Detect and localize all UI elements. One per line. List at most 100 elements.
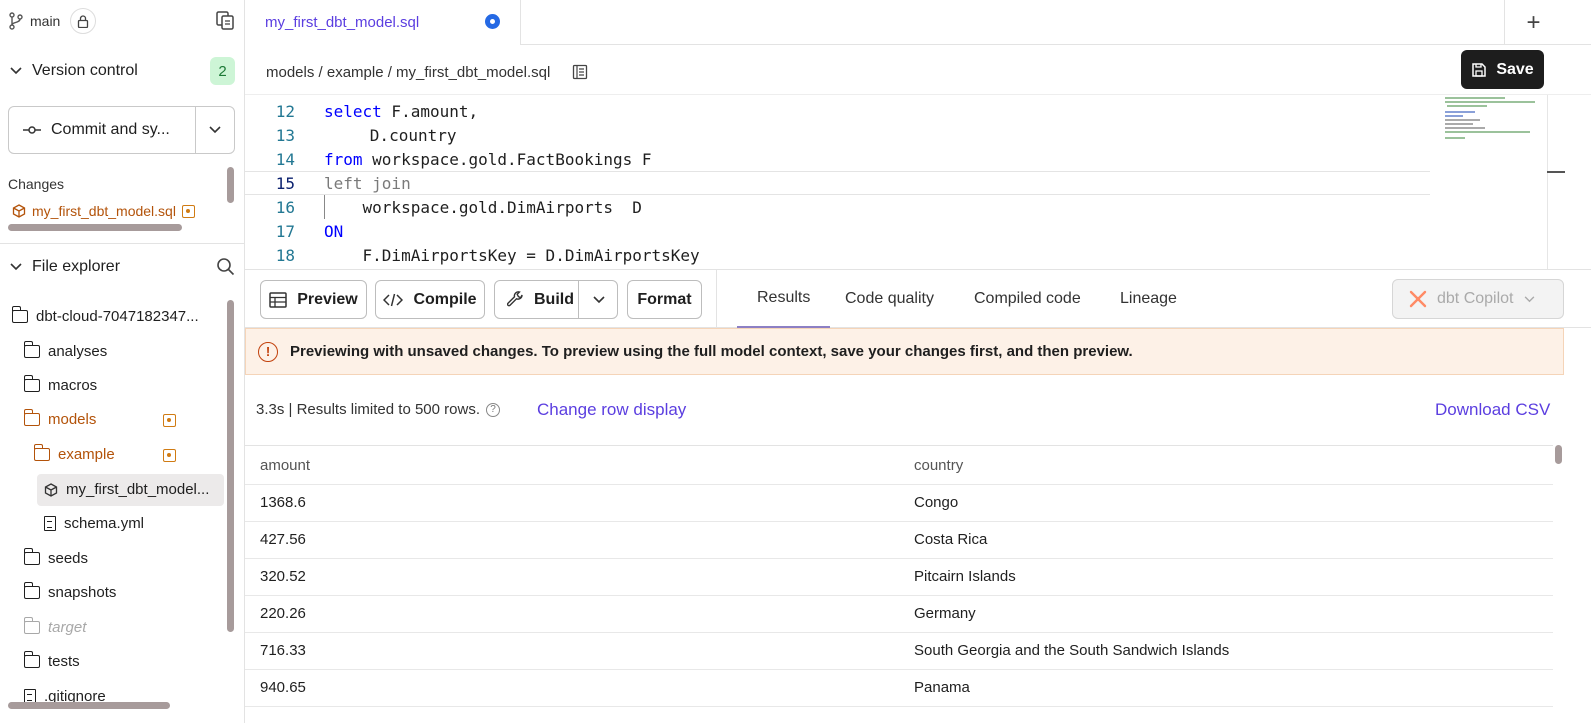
folder-open-icon xyxy=(23,409,40,426)
dbt-copilot-button[interactable]: dbt Copilot xyxy=(1392,279,1564,319)
modified-icon xyxy=(163,449,176,462)
tree-item-analyses[interactable]: analyses xyxy=(23,341,107,360)
sidebar-divider xyxy=(0,243,244,244)
tab-compiled-code[interactable]: Compiled code xyxy=(974,270,1081,328)
tree-item-models[interactable]: models xyxy=(23,409,96,428)
results-table: amount country 1368.6 Congo 427.56 Costa… xyxy=(245,445,1553,723)
branch-indicator[interactable]: main xyxy=(8,8,97,34)
file-icon xyxy=(44,516,56,531)
search-icon[interactable] xyxy=(216,257,235,276)
build-button[interactable]: Build xyxy=(494,280,618,319)
tree-item-snapshots[interactable]: snapshots xyxy=(23,582,116,601)
code-line-current[interactable]: 15 left join xyxy=(245,171,1430,195)
compile-button[interactable]: Compile xyxy=(375,280,485,319)
table-cell: 716.33 xyxy=(260,642,306,659)
action-toolbar: Preview Compile Build Format Results Cod… xyxy=(245,269,1591,328)
lock-icon[interactable] xyxy=(70,8,97,34)
changes-count-badge: 2 xyxy=(210,57,235,85)
warning-text: Previewing with unsaved changes. To prev… xyxy=(290,343,1133,360)
chevron-down-icon xyxy=(209,126,221,134)
editor-scrollbar-track[interactable] xyxy=(1547,95,1548,269)
document-properties-icon[interactable] xyxy=(568,60,592,84)
tab-my-first-dbt-model[interactable]: my_first_dbt_model.sql xyxy=(245,0,521,45)
tree-item-my-first-dbt-model[interactable]: my_first_dbt_model... xyxy=(44,481,209,498)
unsaved-preview-warning: ! Previewing with unsaved changes. To pr… xyxy=(245,328,1564,375)
tree-root-folder[interactable]: dbt-cloud-7047182347... xyxy=(11,306,199,325)
new-tab-button[interactable]: + xyxy=(1504,0,1562,45)
code-icon xyxy=(383,293,404,306)
changed-file-item[interactable]: my_first_dbt_model.sql xyxy=(12,203,195,219)
table-cell: 940.65 xyxy=(260,679,306,696)
folder-icon xyxy=(23,651,40,668)
commit-icon xyxy=(23,126,41,134)
unsaved-dot-icon xyxy=(485,14,500,29)
tab-code-quality[interactable]: Code quality xyxy=(845,270,934,328)
code-line[interactable]: 16 workspace.gold.DimAirports D xyxy=(245,195,1430,219)
code-line[interactable]: 12 select F.amount, xyxy=(245,99,1430,123)
commit-and-sync-button[interactable]: Commit and sy... xyxy=(8,106,235,154)
help-icon[interactable]: ? xyxy=(486,402,500,417)
dbt-logo-icon xyxy=(1409,290,1427,308)
file-explorer-scrollbar[interactable] xyxy=(227,300,234,632)
chevron-down-icon[interactable] xyxy=(593,296,605,304)
table-cell: Costa Rica xyxy=(914,531,988,548)
table-scrollbar[interactable] xyxy=(1553,445,1564,723)
tree-item-seeds[interactable]: seeds xyxy=(23,548,88,567)
editor-minimap[interactable] xyxy=(1435,97,1543,142)
editor-tab-bar: my_first_dbt_model.sql + xyxy=(245,0,1591,45)
tree-item-macros[interactable]: macros xyxy=(23,375,97,394)
git-branch-icon xyxy=(9,12,23,30)
code-editor[interactable]: 12 select F.amount, 13 D.country 14 from… xyxy=(245,94,1591,269)
wrench-icon xyxy=(507,291,523,307)
commit-options-dropdown[interactable] xyxy=(196,107,234,153)
folder-open-icon xyxy=(33,444,50,461)
folder-icon xyxy=(23,617,40,634)
tree-item-tests[interactable]: tests xyxy=(23,651,80,670)
chevron-down-icon xyxy=(10,263,22,271)
version-control-header[interactable]: Version control xyxy=(10,62,138,80)
change-row-display-link[interactable]: Change row display xyxy=(537,400,686,420)
folder-icon xyxy=(23,548,40,565)
code-line[interactable]: 14 from workspace.gold.FactBookings F xyxy=(245,147,1430,171)
table-icon xyxy=(269,291,287,308)
tab-label: my_first_dbt_model.sql xyxy=(265,14,420,31)
preview-button[interactable]: Preview xyxy=(260,280,367,319)
save-button[interactable]: Save xyxy=(1461,50,1544,89)
table-cell: Germany xyxy=(914,605,976,622)
changes-scrollbar[interactable] xyxy=(227,167,234,203)
tree-item-example[interactable]: example xyxy=(33,444,115,463)
file-explorer-label: File explorer xyxy=(32,258,121,275)
chevron-down-icon xyxy=(1524,295,1534,302)
tree-item-schema-yml[interactable]: schema.yml xyxy=(44,515,144,532)
code-line[interactable]: 17 ON xyxy=(245,219,1430,243)
copy-icon[interactable] xyxy=(215,10,235,30)
tab-results[interactable]: Results xyxy=(737,270,831,328)
warning-icon: ! xyxy=(258,341,278,362)
tab-lineage[interactable]: Lineage xyxy=(1120,270,1177,328)
table-cell: 220.26 xyxy=(260,605,306,622)
format-button[interactable]: Format xyxy=(627,280,702,319)
code-line[interactable]: 18 F.DimAirportsKey = D.DimAirportsKey xyxy=(245,243,1430,267)
chevron-down-icon xyxy=(10,67,22,75)
table-cell: 320.52 xyxy=(260,568,306,585)
file-explorer-hscrollbar[interactable] xyxy=(8,702,170,709)
modified-icon xyxy=(163,414,176,427)
breadcrumb: models / example / my_first_dbt_model.sq… xyxy=(266,60,592,84)
tree-item-target[interactable]: target xyxy=(23,617,86,636)
folder-icon xyxy=(23,375,40,392)
model-cube-icon xyxy=(12,204,26,218)
column-header-amount[interactable]: amount xyxy=(260,446,310,484)
column-header-country[interactable]: country xyxy=(914,446,963,484)
breadcrumb-bar: models / example / my_first_dbt_model.sq… xyxy=(245,45,1591,94)
branch-name: main xyxy=(30,13,61,29)
download-csv-link[interactable]: Download CSV xyxy=(1435,400,1550,420)
file-explorer-header[interactable]: File explorer xyxy=(10,258,120,276)
model-cube-icon xyxy=(44,482,58,497)
version-control-label: Version control xyxy=(32,62,138,79)
save-icon xyxy=(1472,62,1487,77)
folder-icon xyxy=(23,341,40,358)
code-line[interactable]: 13 D.country xyxy=(245,123,1430,147)
sidebar: main Version control 2 Commit and sy... … xyxy=(0,0,245,723)
changes-hscrollbar[interactable] xyxy=(8,224,182,231)
editor-scroll-marker xyxy=(1547,171,1565,173)
